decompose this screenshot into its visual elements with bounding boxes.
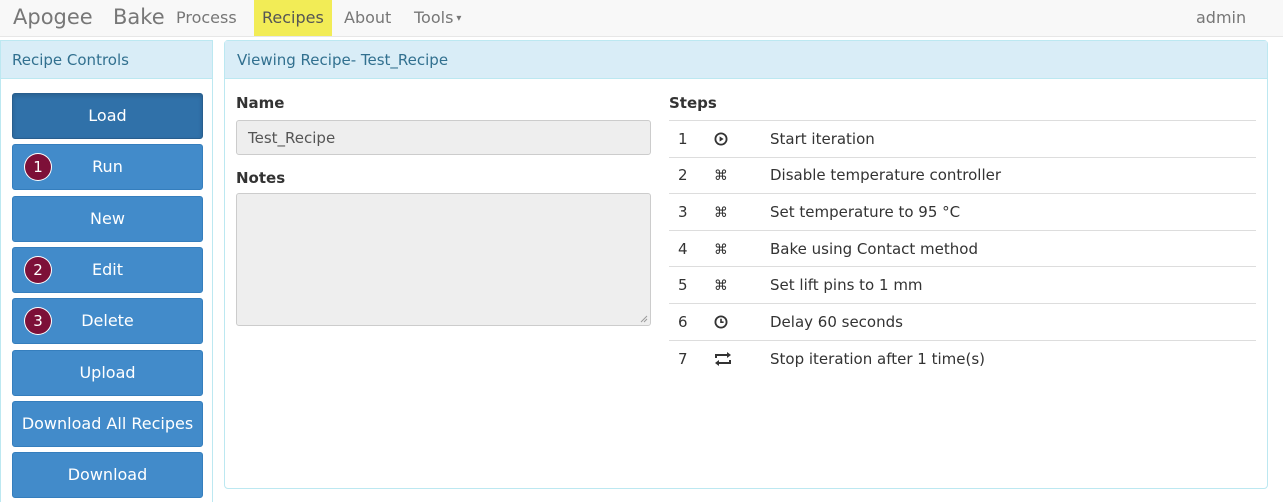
step-row: 4 ⌘ Bake using Contact method (669, 229, 1256, 267)
nav-about[interactable]: About (344, 0, 391, 36)
step-text: Disable temperature controller (770, 156, 1256, 194)
step-row: 1 Start iteration (669, 120, 1256, 158)
download-button[interactable]: Download (12, 452, 203, 498)
step-number: 3 (669, 193, 714, 231)
nav-recipes[interactable]: Recipes (254, 0, 332, 36)
brand-apogee[interactable]: Apogee (13, 5, 93, 29)
upload-button[interactable]: Upload (12, 350, 203, 396)
step-number: 6 (669, 302, 714, 341)
step-number: 7 (669, 339, 714, 377)
step-number: 4 (669, 229, 714, 267)
run-button-label: Run (92, 157, 123, 176)
step-text: Set temperature to 95 °C (770, 193, 1256, 231)
recipe-notes-textarea[interactable] (236, 193, 651, 326)
download-all-recipes-label: Download All Recipes (21, 414, 194, 433)
delete-button-label: Delete (81, 311, 134, 330)
notes-label: Notes (236, 169, 286, 187)
step-number: 2 (669, 156, 714, 194)
step-row: 6 Delay 60 seconds (669, 302, 1256, 341)
steps-label: Steps (669, 94, 717, 112)
recipe-view-panel: Viewing Recipe- Test_Recipe Name Test_Re… (224, 40, 1268, 489)
nav-tools-label: Tools (414, 8, 454, 27)
load-button-label: Load (88, 106, 127, 125)
step-row: 2 ⌘ Disable temperature controller (669, 156, 1256, 194)
new-button-label: New (90, 209, 125, 228)
nav-process[interactable]: Process (176, 0, 237, 36)
callout-badge-3: 3 (25, 308, 51, 334)
command-icon: ⌘ (714, 193, 770, 231)
delete-button[interactable]: 3 Delete (12, 298, 203, 344)
step-number: 1 (669, 120, 714, 158)
recipe-name-field[interactable]: Test_Recipe (236, 120, 651, 155)
new-button[interactable]: New (12, 196, 203, 242)
resize-grip-icon[interactable] (640, 315, 648, 323)
step-number: 5 (669, 266, 714, 304)
step-row: 5 ⌘ Set lift pins to 1 mm (669, 266, 1256, 304)
play-circle-icon (714, 120, 770, 158)
step-text: Set lift pins to 1 mm (770, 266, 1256, 304)
upload-button-label: Upload (79, 363, 136, 382)
command-icon: ⌘ (714, 156, 770, 194)
callout-badge-2: 2 (25, 257, 51, 283)
run-button[interactable]: 1 Run (12, 144, 203, 190)
name-label: Name (236, 94, 285, 112)
callout-badge-1: 1 (25, 154, 51, 180)
step-text: Start iteration (770, 120, 1256, 158)
recipe-view-title: Viewing Recipe- Test_Recipe (225, 41, 1267, 79)
nav-tools-dropdown[interactable]: Tools ▾ (414, 0, 461, 36)
step-row: 7 Stop iteration after 1 time(s) (669, 339, 1256, 377)
load-button[interactable]: Load (12, 93, 203, 139)
step-text: Delay 60 seconds (770, 302, 1256, 341)
step-text: Bake using Contact method (770, 229, 1256, 267)
command-icon: ⌘ (714, 229, 770, 267)
brand-bake[interactable]: Bake (113, 5, 165, 29)
download-button-label: Download (67, 465, 148, 484)
edit-button[interactable]: 2 Edit (12, 247, 203, 293)
command-icon: ⌘ (714, 266, 770, 304)
repeat-icon (714, 339, 770, 377)
download-all-recipes-button[interactable]: Download All Recipes (12, 401, 203, 447)
top-navbar: Apogee Bake Process Recipes About Tools ▾… (0, 0, 1283, 37)
nav-user-admin[interactable]: admin (1196, 0, 1246, 36)
step-row: 3 ⌘ Set temperature to 95 °C (669, 193, 1256, 231)
recipe-controls-panel: Recipe Controls Load 1 Run New 2 Edit 3 … (0, 40, 213, 502)
clock-icon (714, 302, 770, 341)
step-text: Stop iteration after 1 time(s) (770, 339, 1256, 377)
recipe-controls-title: Recipe Controls (1, 41, 212, 79)
steps-table: 1 Start iteration 2 ⌘ Disable temperatur… (669, 120, 1256, 377)
edit-button-label: Edit (92, 260, 123, 279)
chevron-down-icon: ▾ (456, 13, 462, 24)
